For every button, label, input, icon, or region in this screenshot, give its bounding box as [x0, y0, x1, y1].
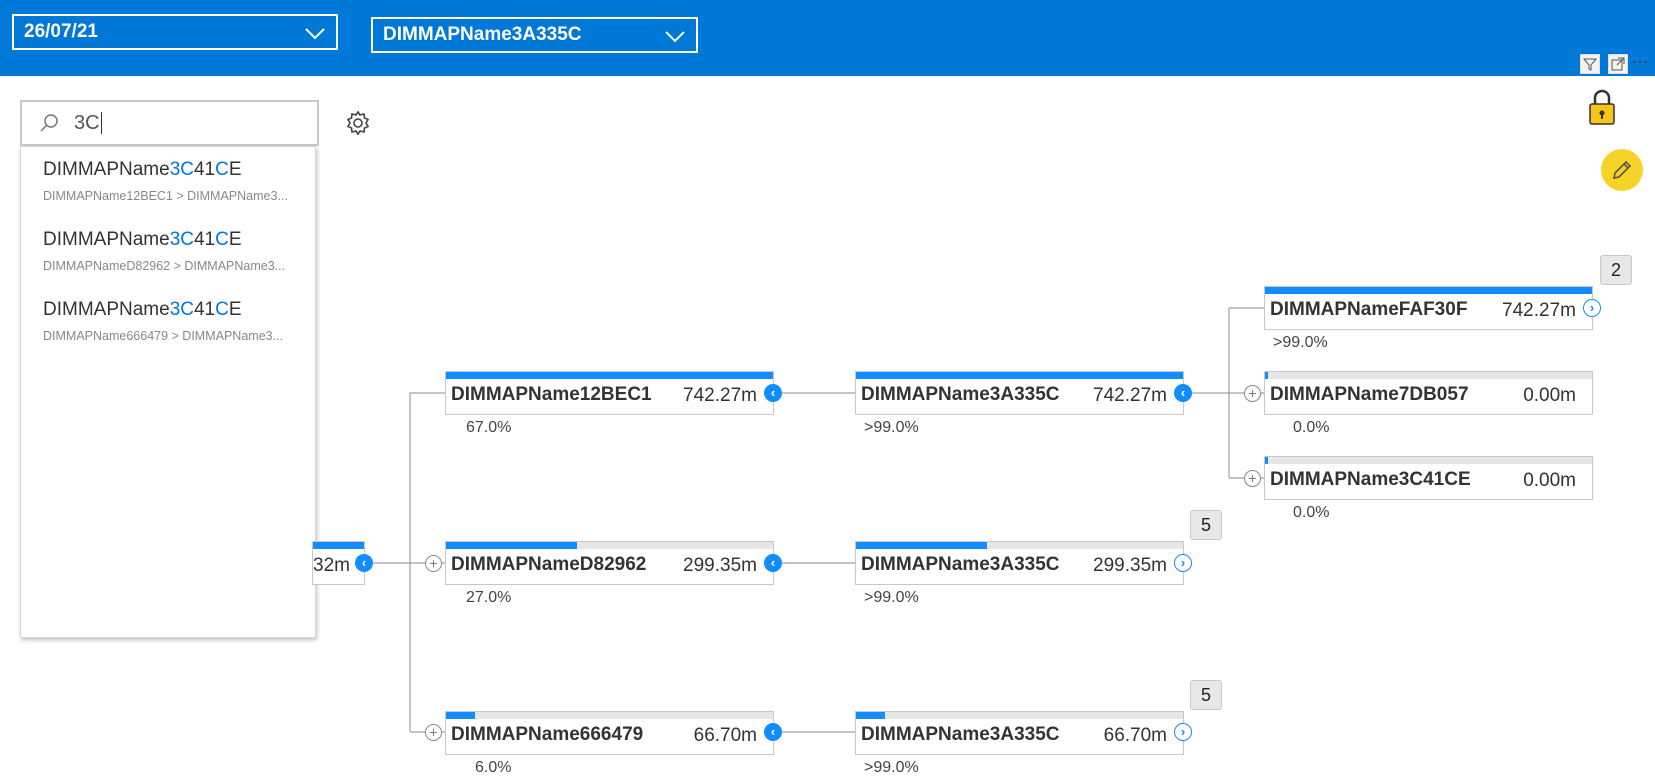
- tree-node-level2[interactable]: DIMMAPName3A335C 742.27m: [855, 371, 1184, 415]
- tree-node-level1[interactable]: DIMMAPName12BEC1 742.27m: [445, 371, 774, 415]
- node-label: DIMMAPName3A335C: [861, 384, 1060, 405]
- node-percent: 6.0%: [475, 759, 512, 776]
- node-bar: [446, 712, 476, 719]
- expand-plus-icon[interactable]: +: [1244, 470, 1261, 487]
- node-label: DIMMAPName3A335C: [861, 724, 1060, 745]
- node-bar: [856, 542, 987, 549]
- node-bar: [446, 372, 773, 379]
- tree-node-level3[interactable]: DIMMAPNameFAF30F 742.27m: [1264, 286, 1593, 330]
- node-bar: [1265, 372, 1269, 379]
- child-count-badge: 5: [1190, 510, 1222, 540]
- collapse-icon[interactable]: ‹: [764, 554, 782, 572]
- edit-button[interactable]: [1601, 149, 1643, 191]
- expand-icon[interactable]: ›: [1583, 299, 1601, 317]
- node-percent: 0.0%: [1293, 419, 1330, 436]
- node-label: DIMMAPName666479: [451, 724, 644, 745]
- child-count-badge: 5: [1190, 680, 1222, 710]
- expand-icon[interactable]: ›: [1174, 554, 1192, 572]
- node-bar: [1265, 457, 1269, 464]
- tree-node-level2[interactable]: DIMMAPName3A335C 299.35m: [855, 541, 1184, 585]
- node-bar: [856, 712, 886, 719]
- tree-node-level1[interactable]: DIMMAPNameD82962 299.35m: [445, 541, 774, 585]
- node-value: 66.70m: [1103, 725, 1167, 746]
- expand-icon[interactable]: ›: [1174, 723, 1192, 741]
- node-value: 299.35m: [1093, 555, 1167, 576]
- node-value: 742.27m: [1093, 385, 1167, 406]
- node-bar: [446, 542, 577, 549]
- node-label: DIMMAPName7DB057: [1270, 384, 1469, 405]
- node-value: 0.00m: [1523, 470, 1576, 491]
- lock-icon[interactable]: [1587, 88, 1617, 126]
- tree-node-level3[interactable]: DIMMAPName7DB057 0.00m: [1264, 371, 1593, 415]
- node-percent: 67.0%: [466, 419, 512, 436]
- collapse-icon[interactable]: ‹: [1174, 384, 1192, 402]
- node-percent: >99.0%: [864, 759, 919, 776]
- node-percent: >99.0%: [1273, 334, 1328, 351]
- node-label: DIMMAPName3C41CE: [1270, 469, 1471, 490]
- node-label: DIMMAPName12BEC1: [451, 384, 652, 405]
- node-percent: >99.0%: [864, 589, 919, 606]
- node-percent: >99.0%: [864, 419, 919, 436]
- node-label: DIMMAPNameD82962: [451, 554, 647, 575]
- tree-node-level1[interactable]: DIMMAPName666479 66.70m: [445, 711, 774, 755]
- node-value: 742.27m: [1502, 300, 1576, 321]
- node-value: 742.27m: [683, 385, 757, 406]
- node-label: DIMMAPName3A335C: [861, 554, 1060, 575]
- pencil-icon: [1612, 160, 1632, 180]
- expand-plus-icon[interactable]: +: [425, 555, 442, 572]
- node-value: 299.35m: [683, 555, 757, 576]
- node-bar: [856, 372, 1183, 379]
- node-bar: [1265, 287, 1592, 294]
- expand-plus-icon[interactable]: +: [1244, 385, 1261, 402]
- node-value: 32m: [313, 555, 350, 576]
- node-label: DIMMAPNameFAF30F: [1270, 299, 1468, 320]
- child-count-badge: 2: [1600, 255, 1632, 285]
- collapse-icon[interactable]: ‹: [764, 384, 782, 402]
- node-percent: 0.0%: [1293, 504, 1330, 521]
- tree-node-level3[interactable]: DIMMAPName3C41CE 0.00m: [1264, 456, 1593, 500]
- node-value: 0.00m: [1523, 385, 1576, 406]
- node-value: 66.70m: [693, 725, 757, 746]
- collapse-icon[interactable]: ‹: [355, 554, 373, 572]
- collapse-icon[interactable]: ‹: [764, 723, 782, 741]
- expand-plus-icon[interactable]: +: [425, 724, 442, 741]
- tree-node-level2[interactable]: DIMMAPName3A335C 66.70m: [855, 711, 1184, 755]
- node-percent: 27.0%: [466, 589, 512, 606]
